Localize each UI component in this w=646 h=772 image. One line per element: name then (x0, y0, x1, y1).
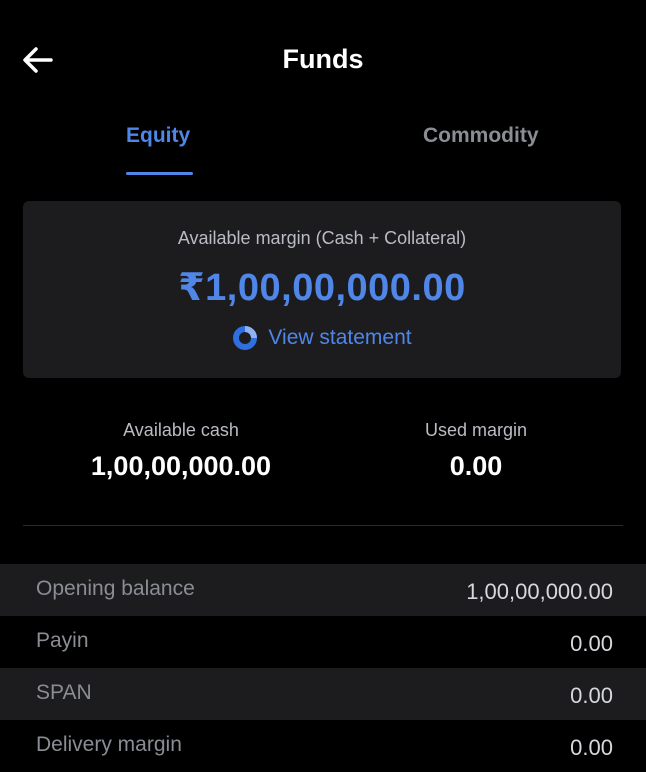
funds-breakdown-list: Opening balance 1,00,00,000.00 Payin 0.0… (0, 564, 646, 772)
list-item-opening-balance: Opening balance 1,00,00,000.00 (0, 564, 646, 616)
available-margin-amount: ₹1,00,00,000.00 (178, 267, 466, 309)
page-title: Funds (282, 44, 364, 74)
available-cash-value: 1,00,00,000.00 (90, 451, 272, 481)
used-margin-value: 0.00 (449, 451, 503, 481)
row-label: Delivery margin (36, 733, 182, 756)
row-value: 0.00 (570, 735, 613, 760)
row-label: Opening balance (36, 577, 195, 600)
tab-commodity[interactable]: Commodity (423, 124, 539, 148)
row-value: 0.00 (570, 683, 613, 708)
view-statement-label: View statement (268, 326, 412, 349)
available-margin-card: Available margin (Cash + Collateral) ₹1,… (23, 201, 621, 378)
statement-ring-icon (233, 326, 258, 350)
tab-equity[interactable]: Equity (126, 124, 190, 148)
available-cash-label: Available cash (123, 420, 239, 440)
list-item-delivery-margin: Delivery margin 0.00 (0, 720, 646, 772)
view-statement-link[interactable]: View statement (23, 325, 621, 351)
divider (23, 525, 623, 526)
available-margin-label: Available margin (Cash + Collateral) (177, 228, 467, 248)
list-item-payin: Payin 0.00 (0, 616, 646, 668)
row-value: 0.00 (570, 631, 613, 656)
used-margin-stat: Used margin 0.00 (400, 420, 552, 482)
row-label: Payin (36, 629, 89, 652)
row-value: 1,00,00,000.00 (466, 579, 613, 604)
list-item-span: SPAN 0.00 (0, 668, 646, 720)
tab-bar: Equity Commodity (0, 118, 646, 178)
active-tab-indicator (126, 172, 193, 175)
used-margin-label: Used margin (424, 420, 528, 440)
app-header: Funds (0, 0, 646, 120)
row-label: SPAN (36, 681, 92, 704)
available-cash-stat: Available cash 1,00,00,000.00 (75, 420, 287, 482)
